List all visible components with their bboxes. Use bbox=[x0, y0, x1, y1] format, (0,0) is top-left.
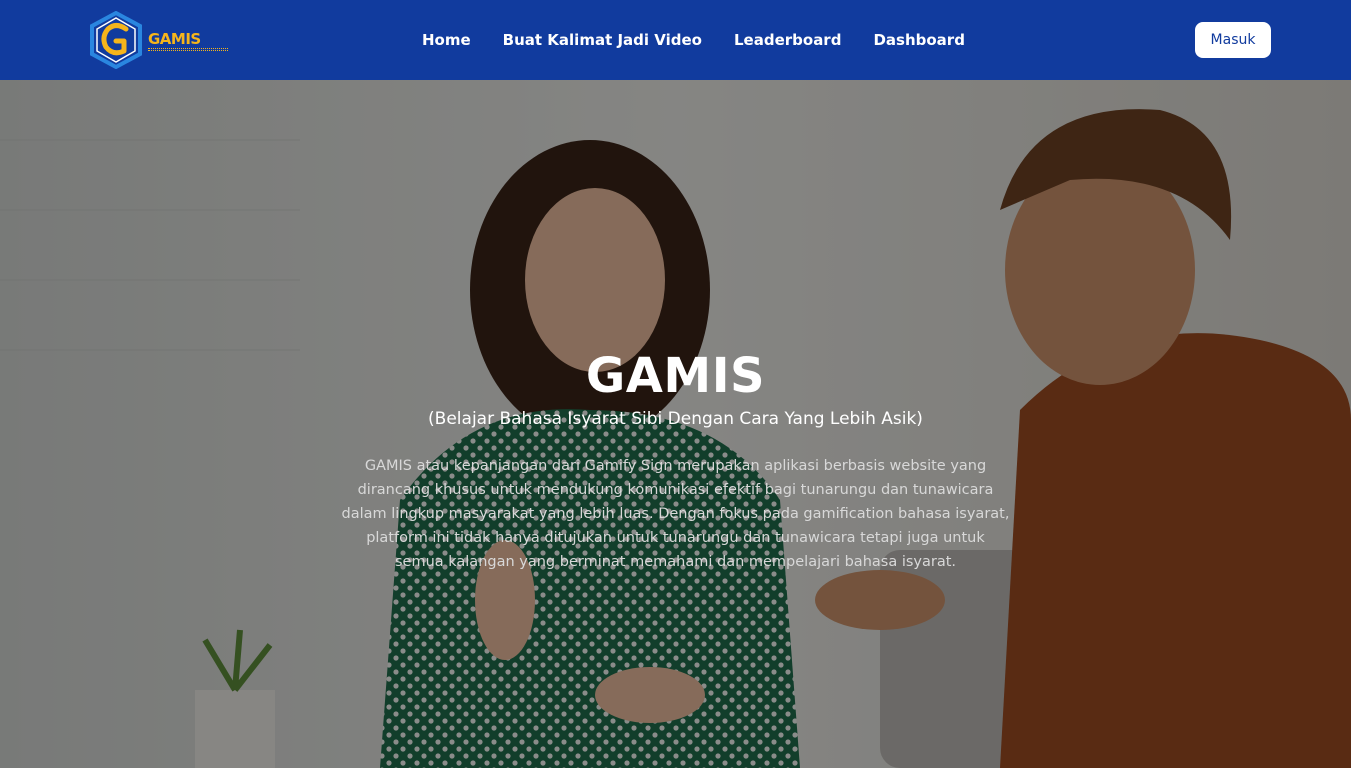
nav-dashboard[interactable]: Dashboard bbox=[857, 0, 980, 80]
main-nav: Home Buat Kalimat Jadi Video Leaderboard… bbox=[406, 0, 981, 80]
hero-subtitle: (Belajar Bahasa Isyarat Sibi Dengan Cara… bbox=[428, 409, 923, 429]
hero-content: GAMIS (Belajar Bahasa Isyarat Sibi Denga… bbox=[0, 80, 1351, 768]
top-navbar: GAMIS Home Buat Kalimat Jadi Video Leade… bbox=[0, 0, 1351, 80]
hero-title: GAMIS bbox=[585, 348, 766, 404]
nav-buat-kalimat-jadi-video[interactable]: Buat Kalimat Jadi Video bbox=[487, 0, 718, 80]
logo-wordmark: GAMIS bbox=[148, 30, 201, 48]
login-button[interactable]: Masuk bbox=[1195, 22, 1271, 58]
gamis-logo[interactable]: GAMIS bbox=[90, 10, 230, 70]
logo-icon bbox=[90, 10, 142, 70]
logo-tagline bbox=[148, 48, 228, 51]
nav-home[interactable]: Home bbox=[406, 0, 487, 80]
hero-description: GAMIS atau kepanjangan dari Gamify Sign … bbox=[341, 458, 1010, 570]
hero-section: GAMIS (Belajar Bahasa Isyarat Sibi Denga… bbox=[0, 80, 1351, 768]
nav-leaderboard[interactable]: Leaderboard bbox=[718, 0, 857, 80]
